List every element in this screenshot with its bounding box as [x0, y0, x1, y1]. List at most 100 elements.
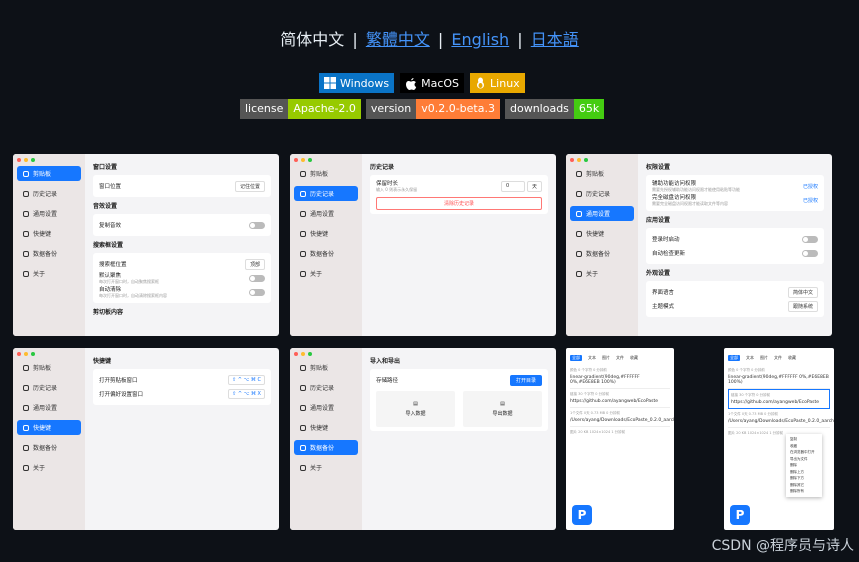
nav-about[interactable]: 关于	[294, 460, 358, 475]
lang-separator: |	[517, 30, 523, 49]
info-icon	[23, 464, 29, 471]
list-item[interactable]: 颜色 0 个字符 0 分钟前 linear-gradient(90deg,#FFF…	[728, 365, 830, 389]
license-badge[interactable]: license Apache-2.0	[240, 99, 361, 119]
setting-label: 存储路径	[376, 378, 399, 384]
list-item[interactable]: 链接 30 个字符 0 分钟前 https://github.com/ayangw…	[570, 389, 670, 408]
auto-update-toggle[interactable]	[802, 249, 818, 257]
tab-text[interactable]: 文本	[588, 355, 596, 361]
nav-history[interactable]: 历史记录	[17, 186, 81, 201]
retention-input[interactable]: 0	[500, 180, 525, 192]
tab-image[interactable]: 图片	[602, 355, 610, 361]
tab-text[interactable]: 文本	[746, 355, 754, 361]
theme-select[interactable]: 跟随系统	[787, 300, 818, 312]
lang-link-english[interactable]: English	[451, 30, 509, 49]
nav-backup[interactable]: 数据备份	[294, 440, 358, 455]
badge-key: license	[240, 99, 289, 119]
nav-general[interactable]: 通用设置	[294, 206, 358, 221]
settings-card: 搜索框位置 顶部 默认聚焦 每次打开窗口时，自动聚焦搜索框 自动清除 每次打开窗口时，…	[93, 253, 271, 303]
search-position-select[interactable]: 顶部	[244, 258, 265, 270]
accessibility-authorized-link[interactable]: 已授权	[803, 183, 818, 190]
nav-about[interactable]: 关于	[570, 266, 634, 281]
auto-clear-toggle[interactable]	[249, 288, 265, 296]
nav-history[interactable]: 历史记录	[570, 186, 634, 201]
import-data-button[interactable]: ▤ 导入数据	[376, 391, 455, 427]
nav-backup[interactable]: 数据备份	[17, 440, 81, 455]
nav-label: 剪贴板	[33, 171, 52, 178]
tab-file[interactable]: 文件	[616, 355, 624, 361]
downloads-badge[interactable]: downloads 65k	[504, 99, 605, 119]
list-item-selected[interactable]: 链接 30 个字符 0 分钟前 https://github.com/ayangw…	[728, 389, 830, 409]
settings-card: 窗口位置 记住位置	[93, 175, 271, 197]
export-data-button[interactable]: ▤ 导出数据	[463, 391, 542, 427]
window-position-select[interactable]: 记住位置	[234, 180, 265, 192]
nav-general[interactable]: 通用设置	[17, 206, 81, 221]
setting-label: 登录时启动	[652, 237, 680, 243]
launch-at-login-toggle[interactable]	[802, 235, 818, 243]
main-panel: 权限设置 辅助功能访问权限 需要先授权辅助功能访问权限才能使用粘贴等功能 已授权 完…	[638, 154, 832, 336]
disk-authorized-link[interactable]: 已授权	[803, 197, 818, 204]
nav-clipboard[interactable]: 剪贴板	[294, 360, 358, 375]
clipboard-shortcut-input[interactable]: ⇧ ^ ⌥ ⌘ C	[228, 375, 265, 385]
list-item[interactable]: 1个文件 0天 0.73 MB 0 分钟前/Users/ayang/Downlo…	[570, 408, 674, 427]
nav-backup[interactable]: 数据备份	[294, 246, 358, 261]
nav-backup[interactable]: 数据备份	[570, 246, 634, 261]
database-icon	[576, 250, 582, 257]
nav-about[interactable]: 关于	[294, 266, 358, 281]
nav-about[interactable]: 关于	[17, 266, 81, 281]
item-content: linear-gradient(90deg,#FFFFFF 0%,#E6E8EB…	[728, 375, 829, 385]
macos-badge[interactable]: MacOS	[400, 73, 465, 93]
nav-history[interactable]: 历史记录	[17, 380, 81, 395]
nav-shortcuts[interactable]: 快捷键	[17, 226, 81, 241]
menu-item-open-browser[interactable]: 在浏览器中打开	[790, 449, 818, 456]
nav-label: 历史记录	[310, 385, 335, 392]
nav-shortcuts[interactable]: 快捷键	[294, 226, 358, 241]
item-meta: 颜色 0 个字符 0 分钟前	[728, 368, 765, 372]
list-item[interactable]: 图片 20 KB 1024×1024 1 分钟前	[570, 427, 670, 440]
copy-sound-toggle[interactable]	[249, 221, 265, 229]
open-directory-button[interactable]: 打开目录	[509, 374, 542, 386]
nav-label: 通用设置	[310, 211, 335, 218]
lang-link-traditional[interactable]: 繁體中文	[366, 30, 430, 49]
nav-clipboard[interactable]: 剪贴板	[17, 166, 81, 181]
tab-favorite[interactable]: 收藏	[788, 355, 796, 361]
nav-label: 关于	[33, 271, 46, 278]
nav-shortcuts[interactable]: 快捷键	[294, 420, 358, 435]
language-select[interactable]: 简体中文	[787, 286, 818, 298]
windows-badge[interactable]: Windows	[319, 73, 395, 93]
list-item[interactable]: 颜色 0 个字符 0 分钟前 linear-gradient(90deg,#FFF…	[570, 365, 670, 389]
nav-general[interactable]: 通用设置	[570, 206, 634, 221]
menu-item-delete-all[interactable]: 删除所有	[790, 488, 818, 495]
nav-clipboard[interactable]: 剪贴板	[17, 360, 81, 375]
nav-history[interactable]: 历史记录	[294, 186, 358, 201]
section-title: 音效设置	[93, 203, 118, 210]
sidebar: 剪贴板 历史记录 通用设置 快捷键 数据备份 关于	[13, 154, 85, 336]
nav-general[interactable]: 通用设置	[294, 400, 358, 415]
tab-all[interactable]: 全部	[570, 355, 582, 361]
nav-general[interactable]: 通用设置	[17, 400, 81, 415]
tab-all[interactable]: 全部	[728, 355, 740, 361]
nav-backup[interactable]: 数据备份	[17, 246, 81, 261]
history-icon	[576, 190, 582, 197]
list-item[interactable]: 1个文件 0天 0.73 MB 0 分钟前/Users/ayang/Downlo…	[728, 409, 834, 428]
nav-clipboard[interactable]: 剪贴板	[570, 166, 634, 181]
nav-history[interactable]: 历史记录	[294, 380, 358, 395]
retention-unit-select[interactable]: 天	[526, 180, 542, 192]
setting-label: 主题模式	[652, 304, 675, 310]
preferences-shortcut-input[interactable]: ⇧ ^ ⌥ ⌘ X	[228, 389, 265, 399]
version-badge[interactable]: version v0.2.0-beta.3	[365, 99, 500, 119]
apple-icon	[406, 77, 417, 90]
nav-shortcuts[interactable]: 快捷键	[570, 226, 634, 241]
nav-about[interactable]: 关于	[17, 460, 81, 475]
default-focus-toggle[interactable]	[249, 274, 265, 282]
tab-file[interactable]: 文件	[774, 355, 782, 361]
tab-image[interactable]: 图片	[760, 355, 768, 361]
tab-favorite[interactable]: 收藏	[630, 355, 638, 361]
nav-shortcuts[interactable]: 快捷键	[17, 420, 81, 435]
nav-clipboard[interactable]: 剪贴板	[294, 166, 358, 181]
export-label: 导出数据	[492, 411, 513, 417]
nav-label: 通用设置	[33, 405, 58, 412]
clear-history-button[interactable]: 清除历史记录	[376, 197, 542, 210]
lang-link-japanese[interactable]: 日本語	[531, 30, 579, 49]
linux-badge[interactable]: Linux	[470, 73, 525, 93]
info-icon	[23, 270, 29, 277]
